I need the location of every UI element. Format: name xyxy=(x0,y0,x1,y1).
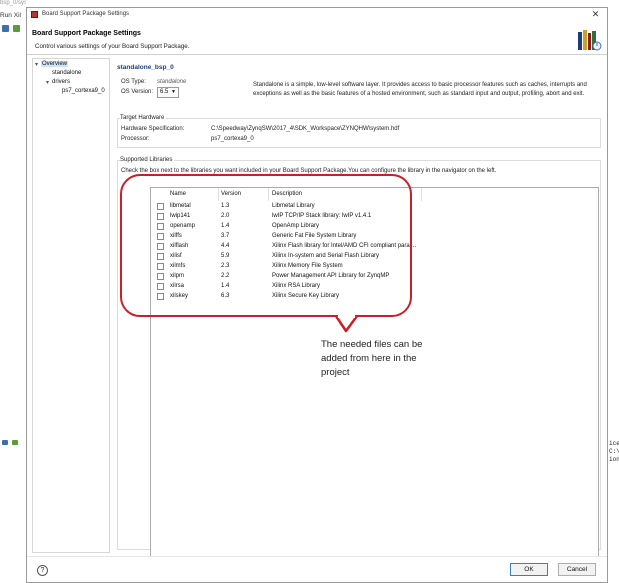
collapse-icon[interactable]: ▾ xyxy=(46,79,49,86)
hw-spec-label: Hardware Specification: xyxy=(121,126,185,132)
processor-label: Processor: xyxy=(121,136,150,142)
xilinx-app-icon xyxy=(31,11,38,18)
dialog-header: Board Support Package Settings Control v… xyxy=(27,21,607,55)
ide-background-strip: bsp_0/system.mss - Xilinx SDK Run Xil xyxy=(0,0,26,583)
target-hardware-title: Target Hardware xyxy=(120,115,167,121)
annotation-line: project xyxy=(321,367,350,378)
nav-item-drivers[interactable]: drivers xyxy=(52,79,70,85)
supported-libraries-title: Supported Libraries xyxy=(120,157,175,163)
annotation-highlight-ring xyxy=(120,174,412,317)
os-description: Standalone is a simple, low-level softwa… xyxy=(253,82,587,97)
nav-item-ps7-cortexa9[interactable]: ps7_cortexa9_0 xyxy=(62,88,105,94)
dialog-titlebar[interactable]: Board Support Package Settings ✕ xyxy=(27,8,607,21)
annotation-line: added from here in the xyxy=(321,353,417,364)
dialog-window-title: Board Support Package Settings xyxy=(42,11,130,17)
panel-icon[interactable] xyxy=(2,440,8,445)
ide-console-snippet: ice C:\S ion xyxy=(609,440,619,463)
annotation-line: The needed files can be xyxy=(321,339,423,350)
bsp-name-heading: standalone_bsp_0 xyxy=(117,64,174,71)
help-icon[interactable]: ? xyxy=(37,565,48,576)
os-version-value: 6.5 xyxy=(160,89,169,95)
os-version-label: OS Version: xyxy=(121,89,154,95)
dialog-footer: ? OK Cancel xyxy=(27,556,607,582)
nav-item-overview[interactable]: Overview xyxy=(41,61,69,67)
nav-item-standalone[interactable]: standalone xyxy=(52,70,81,76)
menu-xilinx[interactable]: Xil xyxy=(14,12,21,19)
os-type-value: standalone xyxy=(157,79,187,85)
column-divider[interactable] xyxy=(421,188,422,201)
processor-value: ps7_cortexa9_0 xyxy=(211,136,254,142)
cancel-button[interactable]: Cancel xyxy=(558,563,596,576)
os-version-select[interactable]: 6.5 ▼ xyxy=(157,87,179,98)
ide-window-title: bsp_0/system.mss - Xilinx SDK xyxy=(0,0,26,6)
chevron-down-icon: ▼ xyxy=(171,89,176,95)
target-hardware-group xyxy=(117,118,601,148)
os-type-label: OS Type: xyxy=(121,79,146,85)
menu-run[interactable]: Run xyxy=(0,12,12,19)
books-icon xyxy=(578,30,602,51)
collapse-icon[interactable]: ▾ xyxy=(35,61,38,68)
toolbar-icon[interactable] xyxy=(2,25,9,32)
ide-menu-bar: Run Xil xyxy=(0,12,26,19)
ok-button[interactable]: OK xyxy=(510,563,548,576)
panel-icon[interactable] xyxy=(12,440,18,445)
annotation-note: The needed files can be added from here … xyxy=(321,338,433,380)
page-title: Board Support Package Settings xyxy=(32,30,141,37)
hw-spec-value: C:\Speedway\ZynqSW\2017_4\SDK_Workspace\… xyxy=(211,126,400,132)
page-description: Control various settings of your Board S… xyxy=(35,43,190,50)
bsp-navigator: ▾ Overview standalone ▾ drivers ps7_cort… xyxy=(32,58,110,553)
close-icon[interactable]: ✕ xyxy=(590,9,601,20)
toolbar-icon[interactable] xyxy=(13,25,20,32)
